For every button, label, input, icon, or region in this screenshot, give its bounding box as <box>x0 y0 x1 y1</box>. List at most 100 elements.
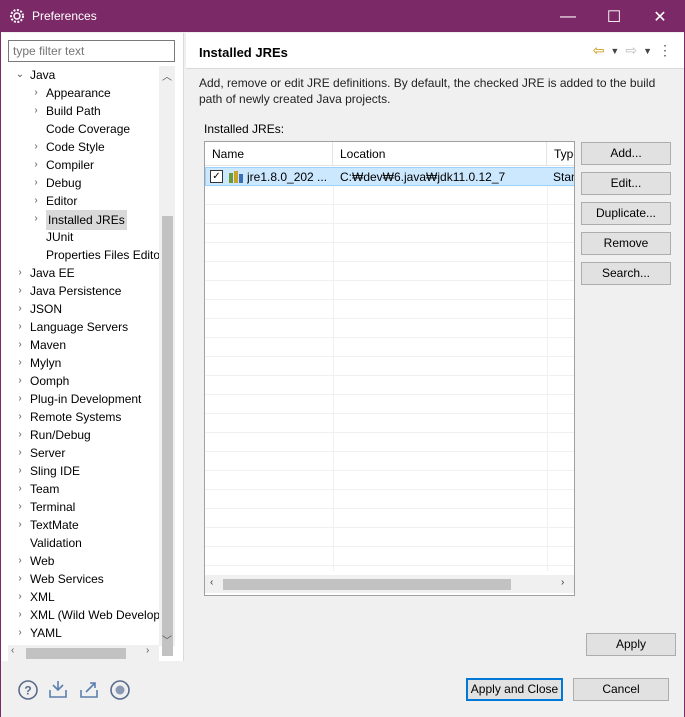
chevron-right-icon[interactable]: › <box>15 570 25 588</box>
close-button[interactable]: ✕ <box>637 1 683 32</box>
table-header: Name Location Type <box>205 142 574 166</box>
apply-button[interactable]: Apply <box>586 633 676 656</box>
chevron-right-icon[interactable]: › <box>15 372 25 390</box>
cancel-button[interactable]: Cancel <box>573 678 669 701</box>
preferences-gear-icon <box>10 9 24 23</box>
scroll-right-icon[interactable]: › <box>561 577 564 588</box>
tree-item-label: Sling IDE <box>30 464 81 478</box>
chevron-right-icon[interactable]: › <box>31 210 41 228</box>
scroll-right-icon[interactable]: › <box>146 645 149 656</box>
tree-item-label: XML (Wild Web Developer) <box>30 608 159 622</box>
column-header-type[interactable]: Type <box>547 142 574 166</box>
empty-table-row <box>205 186 574 205</box>
installed-jres-table[interactable]: Name Location Type ✓ jre1.8.0_202 ... C:… <box>204 141 575 596</box>
tree-scroll-thumb[interactable] <box>162 216 173 656</box>
column-header-location[interactable]: Location <box>333 142 547 166</box>
table-horizontal-scrollbar[interactable]: ‹ › <box>205 575 574 593</box>
forward-dropdown-icon[interactable]: ▼ <box>643 46 652 56</box>
page-header: Installed JREs ⇦ ▼ ⇨ ▼ ⋮ <box>186 33 684 69</box>
chevron-right-icon[interactable]: › <box>15 336 25 354</box>
tree-item-label: JUnit <box>46 230 74 244</box>
chevron-right-icon[interactable]: › <box>31 84 41 102</box>
chevron-right-icon[interactable]: › <box>15 588 25 606</box>
duplicate-button[interactable]: Duplicate... <box>581 202 671 225</box>
back-arrow-icon[interactable]: ⇦ <box>593 42 605 59</box>
chevron-right-icon[interactable]: › <box>15 390 25 408</box>
scroll-left-icon[interactable]: ‹ <box>11 645 14 656</box>
tree-vertical-scrollbar[interactable]: ︿ ﹀ <box>159 66 175 656</box>
chevron-right-icon[interactable]: › <box>31 102 41 120</box>
help-icon[interactable]: ? <box>17 679 39 701</box>
chevron-right-icon[interactable]: › <box>15 516 25 534</box>
chevron-right-icon[interactable]: › <box>15 606 25 624</box>
chevron-right-icon[interactable]: › <box>15 408 25 426</box>
tree-item-label: Validation <box>30 536 82 550</box>
table-row[interactable]: ✓ jre1.8.0_202 ... C:₩dev₩6.java₩jdk11.0… <box>205 167 574 186</box>
chevron-right-icon[interactable]: › <box>31 156 41 174</box>
tree-item-label: Java EE <box>30 266 75 280</box>
jre-location-cell: C:₩dev₩6.java₩jdk11.0.12_7 <box>340 170 506 184</box>
page-navigation: ⇦ ▼ ⇨ ▼ ⋮ <box>593 42 672 59</box>
chevron-right-icon[interactable]: › <box>15 480 25 498</box>
tree-item-label: Web Services <box>30 572 104 586</box>
preferences-tree: ⌄ Java › Appearance › Build Path Code Coverage… <box>1 66 159 646</box>
chevron-right-icon[interactable]: › <box>15 444 25 462</box>
filter-input[interactable] <box>8 40 175 62</box>
column-header-name[interactable]: Name <box>205 142 333 166</box>
chevron-right-icon[interactable]: › <box>15 624 25 642</box>
title-bar[interactable]: Preferences — ☐ ✕ <box>1 1 684 32</box>
back-dropdown-icon[interactable]: ▼ <box>610 46 619 56</box>
tree-item-label: Mylyn <box>30 356 62 370</box>
chevron-right-icon[interactable]: › <box>15 462 25 480</box>
chevron-right-icon[interactable]: › <box>15 282 25 300</box>
empty-table-row <box>205 319 574 338</box>
tree-hscroll-thumb[interactable] <box>26 648 126 659</box>
window-title: Preferences <box>32 9 97 23</box>
chevron-right-icon[interactable]: › <box>31 138 41 156</box>
scroll-up-icon[interactable]: ︿ <box>159 68 175 83</box>
apply-and-close-button[interactable]: Apply and Close <box>466 678 563 701</box>
empty-table-row <box>205 262 574 281</box>
jre-library-icon <box>229 171 243 183</box>
tree-item-label: Compiler <box>46 158 95 172</box>
record-icon[interactable] <box>109 679 131 701</box>
page-description: Add, remove or edit JRE definitions. By … <box>199 76 656 106</box>
tree-item-label: Debug <box>46 176 82 190</box>
edit-button[interactable]: Edit... <box>581 172 671 195</box>
chevron-right-icon[interactable]: › <box>15 498 25 516</box>
default-jre-checkbox[interactable]: ✓ <box>210 170 223 183</box>
chevron-right-icon[interactable]: › <box>15 318 25 336</box>
tree-item-label: Remote Systems <box>30 410 122 424</box>
tree-item-label: Oomph <box>30 374 70 388</box>
view-menu-icon[interactable]: ⋮ <box>658 42 672 59</box>
minimize-button[interactable]: — <box>545 1 591 32</box>
tree-item-label: Web <box>30 554 55 568</box>
empty-table-row <box>205 547 574 566</box>
chevron-right-icon[interactable]: › <box>15 300 25 318</box>
chevron-right-icon[interactable]: › <box>31 192 41 210</box>
empty-table-row <box>205 357 574 376</box>
chevron-down-icon[interactable]: ⌄ <box>15 66 25 84</box>
chevron-right-icon[interactable]: › <box>31 174 41 192</box>
add-button[interactable]: Add... <box>581 142 671 165</box>
tree-item-label: Build Path <box>46 104 101 118</box>
chevron-right-icon[interactable]: › <box>15 354 25 372</box>
table-hscroll-thumb[interactable] <box>223 579 511 590</box>
tree-horizontal-scrollbar[interactable]: ‹ › <box>8 645 159 661</box>
search-button[interactable]: Search... <box>581 262 671 285</box>
remove-button[interactable]: Remove <box>581 232 671 255</box>
export-icon[interactable] <box>78 679 100 701</box>
forward-arrow-icon[interactable]: ⇨ <box>625 42 637 59</box>
empty-table-row <box>205 376 574 395</box>
tree-item-label: Appearance <box>46 86 111 100</box>
chevron-right-icon[interactable]: › <box>15 264 25 282</box>
scroll-left-icon[interactable]: ‹ <box>210 577 213 588</box>
chevron-right-icon[interactable]: › <box>15 426 25 444</box>
maximize-button[interactable]: ☐ <box>591 1 637 32</box>
import-icon[interactable] <box>47 679 69 701</box>
installed-jres-label: Installed JREs: <box>204 122 285 136</box>
empty-table-row <box>205 224 574 243</box>
chevron-right-icon[interactable]: › <box>15 552 25 570</box>
scroll-down-icon[interactable]: ﹀ <box>159 632 175 647</box>
tree-item-label: Java Persistence <box>30 284 122 298</box>
